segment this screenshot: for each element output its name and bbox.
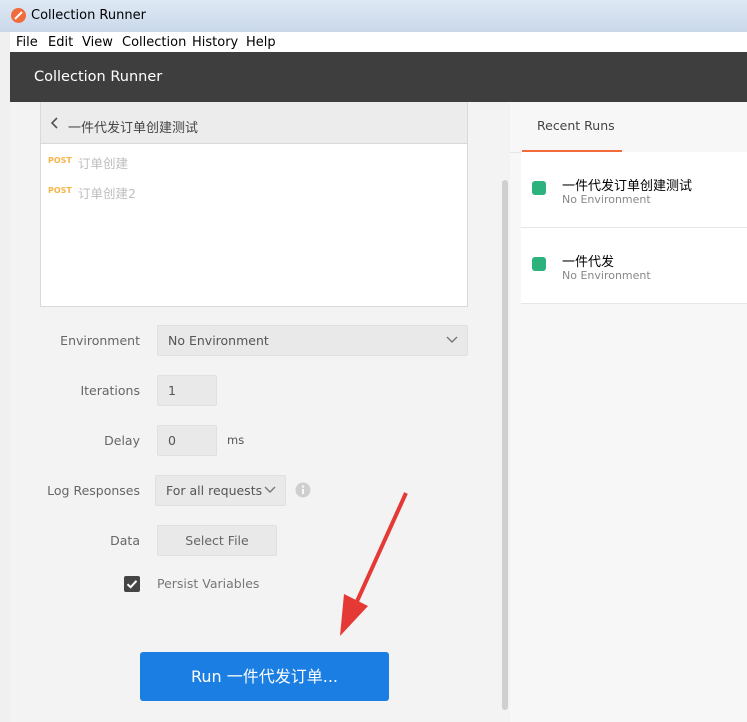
run-environment: No Environment	[562, 193, 651, 206]
request-item[interactable]: POST 订单创建2	[41, 182, 467, 204]
request-name: 订单创建2	[78, 186, 136, 201]
log-responses-label: Log Responses	[47, 483, 140, 498]
run-name: 一件代发	[562, 255, 615, 270]
environment-select[interactable]: No Environment	[157, 325, 468, 356]
tab-recent-runs-label: Recent Runs	[537, 118, 615, 133]
menu-help[interactable]: Help	[246, 35, 276, 50]
persist-variables-checkbox[interactable]	[124, 576, 140, 592]
scrollbar-thumb[interactable]	[502, 180, 508, 710]
scrollbar[interactable]	[500, 102, 510, 722]
recent-run-item[interactable]: 一件代发 No Environment	[521, 228, 747, 304]
menu-history[interactable]: History	[192, 35, 238, 50]
delay-label: Delay	[104, 433, 140, 448]
header-title: Collection Runner	[34, 69, 163, 85]
run-environment: No Environment	[562, 269, 651, 282]
red-arrow-annotation	[340, 492, 408, 636]
menu-bar: File Edit View Collection History Help	[10, 32, 747, 52]
window-titlebar: Collection Runner	[0, 0, 747, 32]
request-name: 订单创建	[78, 156, 129, 171]
log-responses-value: For all requests	[166, 483, 263, 498]
menu-file[interactable]: File	[16, 35, 38, 50]
chevron-down-icon	[446, 336, 458, 343]
log-responses-select[interactable]: For all requests	[155, 475, 286, 506]
data-label: Data	[110, 533, 140, 548]
select-file-label: Select File	[185, 533, 249, 548]
chevron-left-icon[interactable]	[49, 117, 61, 129]
environment-label: Environment	[60, 333, 140, 348]
tab-recent-runs[interactable]: Recent Runs	[522, 102, 622, 152]
recent-run-item[interactable]: 一件代发订单创建测试 No Environment	[521, 152, 747, 228]
menu-collection[interactable]: Collection	[122, 35, 186, 50]
request-method-badge: POST	[48, 186, 72, 195]
info-icon[interactable]	[295, 482, 311, 498]
recent-runs-panel: Recent Runs 一件代发订单创建测试 No Environment 一件…	[510, 102, 747, 722]
delay-value: 0	[168, 433, 176, 448]
persist-variables-label: Persist Variables	[157, 576, 260, 591]
iterations-input[interactable]: 1	[157, 375, 217, 406]
delay-input[interactable]: 0	[157, 425, 217, 456]
delay-unit: ms	[227, 433, 245, 447]
run-status-indicator	[532, 181, 546, 195]
run-status-indicator	[532, 257, 546, 271]
select-file-button[interactable]: Select File	[157, 525, 277, 556]
runner-header: Collection Runner	[10, 52, 747, 102]
chevron-down-icon	[264, 486, 276, 493]
collection-header[interactable]: 一件代发订单创建测试	[41, 102, 467, 144]
menu-view[interactable]: View	[82, 35, 113, 50]
request-method-badge: POST	[48, 156, 72, 165]
iterations-value: 1	[168, 383, 176, 398]
iterations-label: Iterations	[80, 383, 140, 398]
collection-card: 一件代发订单创建测试 POST 订单创建 POST 订单创建2	[40, 102, 468, 307]
run-collection-button[interactable]: Run 一件代发订单...	[140, 652, 389, 701]
collection-name: 一件代发订单创建测试	[68, 121, 199, 136]
window-title: Collection Runner	[31, 8, 146, 23]
runner-config-panel: 一件代发订单创建测试 POST 订单创建 POST 订单创建2 Environm…	[10, 102, 500, 722]
run-name: 一件代发订单创建测试	[562, 179, 693, 194]
menu-edit[interactable]: Edit	[48, 35, 73, 50]
environment-value: No Environment	[168, 333, 269, 348]
postman-app-icon	[11, 8, 26, 23]
checkmark-icon	[126, 580, 138, 589]
request-item[interactable]: POST 订单创建	[41, 152, 467, 174]
recent-runs-tabbar: Recent Runs	[510, 102, 747, 153]
